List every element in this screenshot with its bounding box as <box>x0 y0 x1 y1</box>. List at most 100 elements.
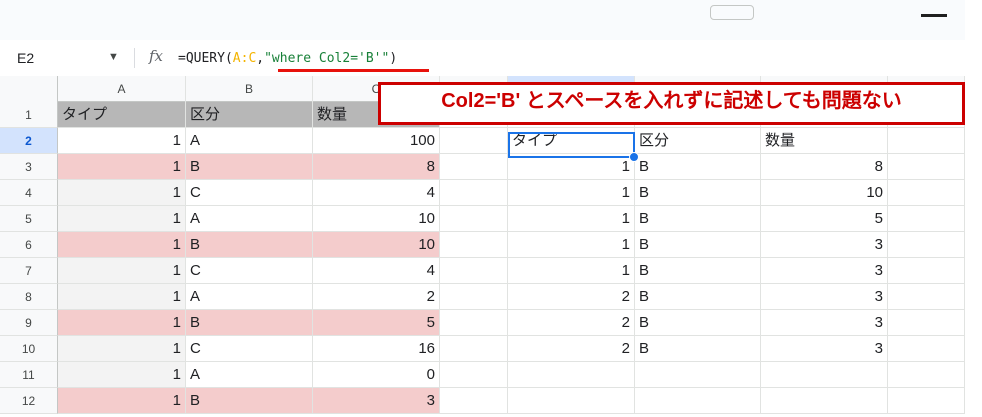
row-header[interactable]: 10 <box>0 336 58 362</box>
row-header[interactable]: 8 <box>0 284 58 310</box>
cell-b-10[interactable]: C <box>186 336 313 362</box>
cell-col5-7[interactable]: 1 <box>508 258 635 284</box>
cell-col7-4[interactable]: 10 <box>761 180 888 206</box>
cell-a-7[interactable]: 1 <box>58 258 186 284</box>
cell-col6-9[interactable]: B <box>635 310 761 336</box>
cell-col7-6[interactable]: 3 <box>761 232 888 258</box>
formula-input[interactable]: =QUERY(A:C,"where Col2='B'") <box>178 51 397 66</box>
cell-c-6[interactable]: 10 <box>313 232 440 258</box>
cell-b-8[interactable]: A <box>186 284 313 310</box>
cell-c-7[interactable]: 4 <box>313 258 440 284</box>
cell-col4-2[interactable] <box>440 128 508 154</box>
cell-a-11[interactable]: 1 <box>58 362 186 388</box>
toolbar-button[interactable] <box>710 5 754 20</box>
menu-line-icon[interactable] <box>921 14 947 17</box>
cell-col4-6[interactable] <box>440 232 508 258</box>
cell-col6-2[interactable]: 区分 <box>635 128 761 154</box>
cell-a-9[interactable]: 1 <box>58 310 186 336</box>
cell-col8-2[interactable] <box>888 128 965 154</box>
cell-b-4[interactable]: C <box>186 180 313 206</box>
row-header[interactable]: 1 <box>0 102 58 128</box>
active-cell-outline[interactable] <box>508 132 635 158</box>
cell-col4-8[interactable] <box>440 284 508 310</box>
cell-col4-11[interactable] <box>440 362 508 388</box>
cell-col8-3[interactable] <box>888 154 965 180</box>
cell-col5-4[interactable]: 1 <box>508 180 635 206</box>
cell-col7-9[interactable]: 3 <box>761 310 888 336</box>
row-header[interactable]: 4 <box>0 180 58 206</box>
cell-col5-10[interactable]: 2 <box>508 336 635 362</box>
cell-a-12[interactable]: 1 <box>58 388 186 414</box>
cell-c-12[interactable]: 3 <box>313 388 440 414</box>
cell-a-3[interactable]: 1 <box>58 154 186 180</box>
cell-col7-11[interactable] <box>761 362 888 388</box>
cell-a-10[interactable]: 1 <box>58 336 186 362</box>
cell-col7-12[interactable] <box>761 388 888 414</box>
cell-col8-8[interactable] <box>888 284 965 310</box>
cell-col4-12[interactable] <box>440 388 508 414</box>
cell-col6-5[interactable]: B <box>635 206 761 232</box>
cell-col7-8[interactable]: 3 <box>761 284 888 310</box>
cell-col8-7[interactable] <box>888 258 965 284</box>
cell-a-1[interactable]: タイプ <box>58 102 186 128</box>
cell-a-6[interactable]: 1 <box>58 232 186 258</box>
cell-b-3[interactable]: B <box>186 154 313 180</box>
row-header[interactable]: 3 <box>0 154 58 180</box>
cell-col6-11[interactable] <box>635 362 761 388</box>
cell-col8-12[interactable] <box>888 388 965 414</box>
row-header[interactable]: 7 <box>0 258 58 284</box>
cell-b-9[interactable]: B <box>186 310 313 336</box>
cell-a-5[interactable]: 1 <box>58 206 186 232</box>
cell-col4-10[interactable] <box>440 336 508 362</box>
cell-col7-3[interactable]: 8 <box>761 154 888 180</box>
cell-b-6[interactable]: B <box>186 232 313 258</box>
cell-b-11[interactable]: A <box>186 362 313 388</box>
row-header[interactable]: 12 <box>0 388 58 414</box>
cell-col6-8[interactable]: B <box>635 284 761 310</box>
cell-col4-4[interactable] <box>440 180 508 206</box>
cell-col7-10[interactable]: 3 <box>761 336 888 362</box>
cell-b-7[interactable]: C <box>186 258 313 284</box>
cell-col6-6[interactable]: B <box>635 232 761 258</box>
cell-col7-5[interactable]: 5 <box>761 206 888 232</box>
cell-col6-3[interactable]: B <box>635 154 761 180</box>
cell-col8-10[interactable] <box>888 336 965 362</box>
row-header[interactable]: 11 <box>0 362 58 388</box>
cell-a-4[interactable]: 1 <box>58 180 186 206</box>
cell-col5-12[interactable] <box>508 388 635 414</box>
cell-c-11[interactable]: 0 <box>313 362 440 388</box>
name-box[interactable]: E2 <box>17 50 34 66</box>
select-all-corner[interactable] <box>0 76 58 102</box>
cell-col4-9[interactable] <box>440 310 508 336</box>
chevron-down-icon[interactable]: ▼ <box>108 51 119 63</box>
row-header[interactable]: 5 <box>0 206 58 232</box>
cell-c-9[interactable]: 5 <box>313 310 440 336</box>
cell-col4-5[interactable] <box>440 206 508 232</box>
cell-b-2[interactable]: A <box>186 128 313 154</box>
cell-col4-7[interactable] <box>440 258 508 284</box>
cell-col8-4[interactable] <box>888 180 965 206</box>
cell-col6-4[interactable]: B <box>635 180 761 206</box>
row-header[interactable]: 2 <box>0 128 58 154</box>
cell-b-1[interactable]: 区分 <box>186 102 313 128</box>
cell-col5-6[interactable]: 1 <box>508 232 635 258</box>
cell-col7-7[interactable]: 3 <box>761 258 888 284</box>
column-header-b[interactable]: B <box>186 76 313 102</box>
cell-col5-8[interactable]: 2 <box>508 284 635 310</box>
cell-col8-9[interactable] <box>888 310 965 336</box>
cell-col6-10[interactable]: B <box>635 336 761 362</box>
cell-b-5[interactable]: A <box>186 206 313 232</box>
cell-c-8[interactable]: 2 <box>313 284 440 310</box>
cell-col8-6[interactable] <box>888 232 965 258</box>
cell-c-3[interactable]: 8 <box>313 154 440 180</box>
cell-c-5[interactable]: 10 <box>313 206 440 232</box>
cell-a-8[interactable]: 1 <box>58 284 186 310</box>
cell-col8-11[interactable] <box>888 362 965 388</box>
cell-col7-2[interactable]: 数量 <box>761 128 888 154</box>
cell-col6-7[interactable]: B <box>635 258 761 284</box>
cell-col4-3[interactable] <box>440 154 508 180</box>
cell-c-2[interactable]: 100 <box>313 128 440 154</box>
cell-col5-5[interactable]: 1 <box>508 206 635 232</box>
row-header[interactable]: 6 <box>0 232 58 258</box>
cell-col5-9[interactable]: 2 <box>508 310 635 336</box>
